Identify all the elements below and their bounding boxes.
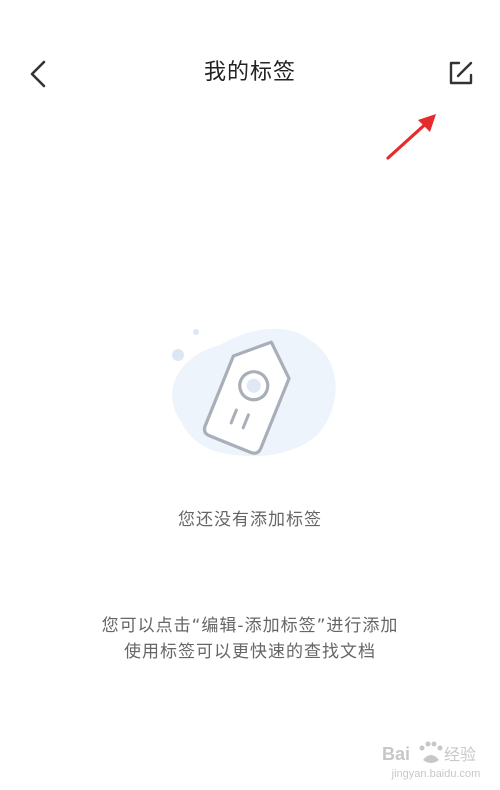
- watermark: Bai 经验 jingyan.baidu.com: [380, 736, 492, 784]
- svg-text:Bai: Bai: [382, 744, 410, 764]
- empty-state-illustration: [150, 310, 350, 480]
- svg-text:经验: 经验: [444, 745, 476, 764]
- edit-square-icon: [449, 61, 473, 85]
- hint-text: 您可以点击“编辑-添加标签”进行添加 使用标签可以更快速的查找文档: [0, 613, 500, 665]
- watermark-domain: jingyan.baidu.com: [391, 768, 481, 780]
- hint-line-2: 使用标签可以更快速的查找文档: [124, 642, 376, 662]
- tag-icon: [172, 328, 336, 457]
- edit-button[interactable]: [444, 56, 478, 90]
- navigation-bar: 我的标签: [0, 0, 500, 160]
- red-arrow-icon: [386, 114, 436, 160]
- baidu-jingyan-logo: Bai 经验: [382, 741, 476, 764]
- empty-state-title: 您还没有添加标签: [178, 510, 322, 530]
- page-title: 我的标签: [203, 60, 296, 85]
- hint-line-1: 您可以点击“编辑-添加标签”进行添加: [101, 616, 399, 636]
